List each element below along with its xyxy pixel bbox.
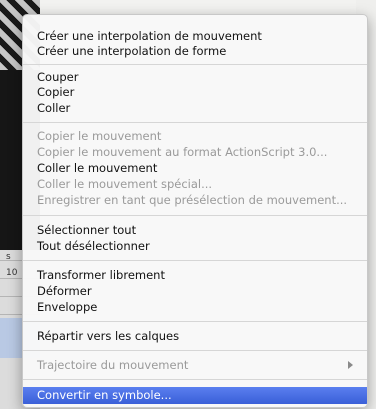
menu-item-distort[interactable]: Déformer [23,284,367,299]
menu-item-paste-motion[interactable]: Coller le mouvement [23,161,367,176]
menu-item-free-transform[interactable]: Transformer librement [23,268,367,283]
menu-item-paste-motion-special[interactable]: Coller le mouvement spécial... [23,177,367,192]
menu-separator [23,64,367,65]
menu-separator [23,122,367,123]
menu-item-create-shape-tween[interactable]: Créer une interpolation de forme [23,44,367,59]
submenu-arrow-icon [348,361,353,369]
menu-item-copy[interactable]: Copier [23,85,367,100]
timeline-label: s [6,252,11,262]
menu-item-paste[interactable]: Coller [23,101,367,116]
menu-item-select-all[interactable]: Sélectionner tout [23,223,367,238]
menu-item-copy-motion-as3[interactable]: Copier le mouvement au format ActionScri… [23,145,367,160]
menu-item-save-motion-preset[interactable]: Enregistrer en tant que présélection de … [23,193,367,208]
menu-item-motion-path-label: Trajectoire du mouvement [37,358,189,372]
menu-separator [23,379,367,380]
timeline-frame-number: 10 [6,268,18,278]
context-menu: Créer une interpolation de mouvement Cré… [22,14,368,408]
menu-item-envelope[interactable]: Enveloppe [23,300,367,315]
menu-item-create-motion-tween[interactable]: Créer une interpolation de mouvement [23,29,367,44]
menu-item-convert-to-symbol[interactable]: Convertir en symbole... [23,387,367,404]
menu-item-cut[interactable]: Couper [23,70,367,85]
menu-item-distribute-to-layers[interactable]: Répartir vers les calques [23,329,367,344]
menu-item-motion-path[interactable]: Trajectoire du mouvement [23,358,367,373]
menu-separator [23,215,367,216]
menu-item-deselect-all[interactable]: Tout désélectionner [23,239,367,254]
menu-separator [23,350,367,351]
menu-separator [23,321,367,322]
menu-separator [23,260,367,261]
menu-item-copy-motion[interactable]: Copier le mouvement [23,129,367,144]
